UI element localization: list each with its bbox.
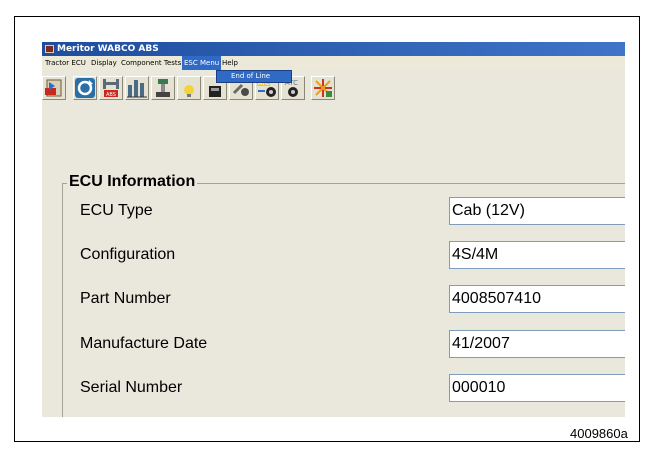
menu-help[interactable]: Help (220, 56, 240, 70)
bar-graph-icon (127, 80, 147, 98)
toolbar: ABS ATC ATC (42, 70, 625, 104)
toolbar-bar-graph-button[interactable] (125, 76, 149, 100)
menu-display[interactable]: Display (89, 56, 119, 70)
part-number-value: 4008507410 (449, 285, 625, 313)
toolbar-sensor-button[interactable] (151, 76, 175, 100)
esc-menu-dropdown: End of Line (216, 70, 292, 83)
group-border-left (62, 183, 64, 417)
ecu-type-value: Cab (12V) (449, 197, 625, 225)
diagnostic-flash-icon (314, 79, 332, 97)
window-title: Meritor WABCO ABS (57, 44, 159, 54)
wheel-speed-sensor-icon (156, 79, 170, 97)
serial-number-label: Serial Number (80, 379, 183, 396)
serial-number-value: 000010 (449, 374, 625, 402)
toolbar-exit-ecu-button[interactable] (42, 76, 66, 100)
configuration-value: 4S/4M (449, 241, 625, 269)
toolbar-refresh-button[interactable] (73, 76, 97, 100)
refresh-icon (75, 78, 95, 98)
app-window: Meritor WABCO ABS Tractor ECU Display Co… (42, 42, 625, 417)
ecu-information-title: ECU Information (67, 173, 198, 191)
part-number-label: Part Number (80, 290, 171, 307)
lamp-icon (184, 85, 194, 97)
figure-id: 4009860a (570, 426, 628, 441)
menu-bar: Tractor ECU Display Component Tests ESC … (42, 56, 625, 70)
menu-tractor-ecu[interactable]: Tractor ECU (43, 56, 88, 70)
manufacture-date-value: 41/2007 (449, 330, 625, 358)
title-bar[interactable]: Meritor WABCO ABS (42, 42, 625, 56)
menu-esc-menu[interactable]: ESC Menu (182, 56, 222, 70)
toolbar-diagnostic-button[interactable] (311, 76, 335, 100)
menu-component-tests[interactable]: Component Tests (119, 56, 183, 70)
toolbar-abs-valves-button[interactable]: ABS (99, 76, 123, 100)
menu-item-end-of-line[interactable]: End of Line (231, 71, 270, 82)
svg-text:ABS: ABS (106, 92, 116, 98)
manufacture-date-label: Manufacture Date (80, 335, 208, 352)
ecu-type-label: ECU Type (80, 202, 153, 219)
exit-ecu-icon (45, 79, 62, 97)
abs-valves-icon: ABS (103, 79, 119, 98)
configuration-label: Configuration (80, 246, 176, 263)
app-logo-icon (45, 45, 54, 53)
toolbar-lamp-button[interactable] (177, 76, 201, 100)
